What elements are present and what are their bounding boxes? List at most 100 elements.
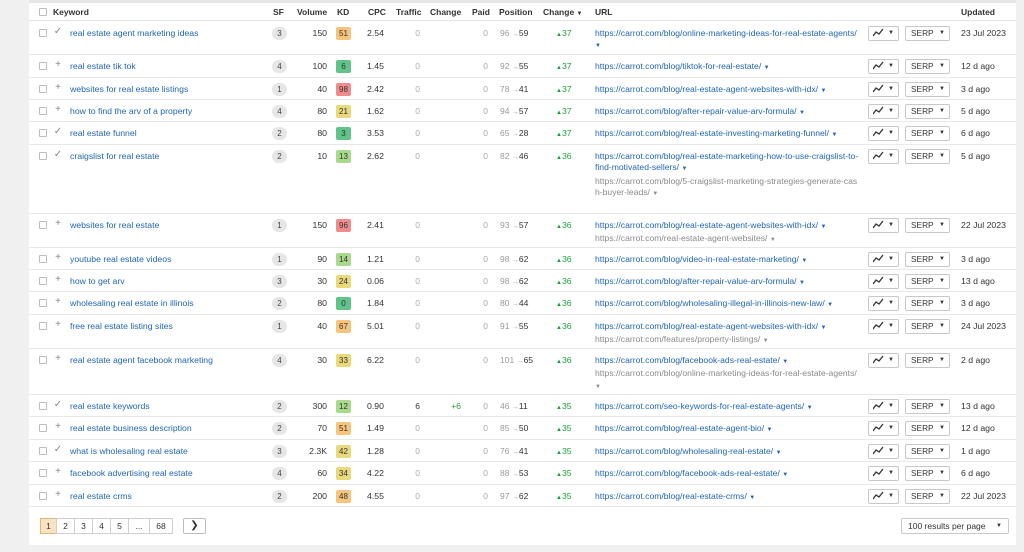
row-checkbox[interactable]: [39, 356, 47, 364]
col-position-change[interactable]: Change ▼: [543, 7, 583, 17]
history-chart-button[interactable]: ▼: [868, 421, 899, 436]
history-chart-button[interactable]: ▼: [868, 218, 899, 233]
history-chart-button[interactable]: ▼: [868, 59, 899, 74]
col-traffic-change[interactable]: Change: [430, 7, 461, 17]
url-dropdown-icon[interactable]: ▼: [831, 132, 837, 138]
sf-badge[interactable]: 2: [272, 490, 287, 503]
row-checkbox[interactable]: [39, 129, 47, 137]
col-cpc[interactable]: CPC: [368, 7, 386, 17]
history-chart-button[interactable]: ▼: [868, 149, 899, 164]
page-button-5[interactable]: 5: [110, 518, 129, 534]
col-paid[interactable]: Paid: [472, 7, 490, 17]
url-dropdown-icon[interactable]: ▼: [799, 280, 805, 286]
url-dropdown-icon[interactable]: ▼: [801, 258, 807, 264]
row-checkbox[interactable]: [39, 62, 47, 70]
sf-badge[interactable]: 2: [272, 400, 287, 413]
url-link[interactable]: https://carrot.com/blog/wholesaling-ille…: [595, 298, 825, 308]
page-button-68[interactable]: 68: [149, 518, 173, 534]
url-link[interactable]: https://carrot.com/blog/real-estate-agen…: [595, 84, 818, 94]
sf-badge[interactable]: 4: [272, 60, 287, 73]
url-link[interactable]: https://carrot.com/blog/facebook-ads-rea…: [595, 468, 780, 478]
url-link[interactable]: https://carrot.com/blog/real-estate-inve…: [595, 128, 829, 138]
url-dropdown-icon[interactable]: ▼: [681, 166, 687, 172]
plus-icon[interactable]: +: [53, 219, 63, 229]
secondary-url-link[interactable]: https://carrot.com/real-estate-agent-web…: [595, 233, 767, 243]
serp-button[interactable]: SERP ▼: [905, 104, 950, 119]
url-link[interactable]: https://carrot.com/blog/real-estate-mark…: [595, 151, 858, 172]
sf-badge[interactable]: 2: [272, 297, 287, 310]
url-link[interactable]: https://carrot.com/blog/after-repair-val…: [595, 106, 797, 116]
url-link[interactable]: https://carrot.com/blog/online-marketing…: [595, 28, 857, 38]
url-dropdown-icon[interactable]: ▼: [820, 224, 826, 230]
serp-button[interactable]: SERP ▼: [905, 466, 950, 481]
history-chart-button[interactable]: ▼: [868, 399, 899, 414]
serp-button[interactable]: SERP ▼: [905, 421, 950, 436]
serp-button[interactable]: SERP ▼: [905, 274, 950, 289]
url-dropdown-icon[interactable]: ▼: [652, 191, 658, 197]
row-checkbox[interactable]: [39, 492, 47, 500]
serp-button[interactable]: SERP ▼: [905, 444, 950, 459]
url-link[interactable]: https://carrot.com/blog/real-estate-agen…: [595, 321, 818, 331]
sf-badge[interactable]: 3: [272, 27, 287, 40]
col-keyword[interactable]: Keyword: [53, 7, 89, 17]
check-icon[interactable]: ✓: [53, 445, 63, 455]
url-dropdown-icon[interactable]: ▼: [776, 450, 782, 456]
secondary-url-link[interactable]: https://carrot.com/features/property-lis…: [595, 334, 760, 344]
url-link[interactable]: https://carrot.com/blog/wholesaling-real…: [595, 446, 773, 456]
keyword-link[interactable]: real estate keywords: [70, 401, 150, 411]
row-checkbox[interactable]: [39, 221, 47, 229]
serp-button[interactable]: SERP ▼: [905, 296, 950, 311]
serp-button[interactable]: SERP ▼: [905, 489, 950, 504]
plus-icon[interactable]: +: [53, 275, 63, 285]
col-url[interactable]: URL: [595, 7, 612, 17]
secondary-url-link[interactable]: https://carrot.com/blog/5-craigslist-mar…: [595, 176, 857, 197]
sf-badge[interactable]: 2: [272, 422, 287, 435]
row-checkbox[interactable]: [39, 277, 47, 285]
check-icon[interactable]: ✓: [53, 400, 63, 410]
url-dropdown-icon[interactable]: ▼: [749, 495, 755, 501]
keyword-link[interactable]: websites for real estate: [70, 220, 159, 230]
url-dropdown-icon[interactable]: ▼: [764, 65, 770, 71]
row-checkbox[interactable]: [39, 469, 47, 477]
history-chart-button[interactable]: ▼: [868, 274, 899, 289]
sf-badge[interactable]: 2: [272, 150, 287, 163]
serp-button[interactable]: SERP ▼: [905, 126, 950, 141]
col-sf[interactable]: SF: [273, 7, 284, 17]
row-checkbox[interactable]: [39, 29, 47, 37]
plus-icon[interactable]: +: [53, 422, 63, 432]
url-link[interactable]: https://carrot.com/blog/real-estate-agen…: [595, 220, 818, 230]
row-checkbox[interactable]: [39, 402, 47, 410]
serp-button[interactable]: SERP ▼: [905, 399, 950, 414]
keyword-link[interactable]: real estate funnel: [70, 128, 137, 138]
next-page-button[interactable]: ❯: [183, 518, 206, 534]
serp-button[interactable]: SERP ▼: [905, 26, 950, 41]
col-position[interactable]: Position: [499, 7, 533, 17]
sf-badge[interactable]: 2: [272, 127, 287, 140]
history-chart-button[interactable]: ▼: [868, 489, 899, 504]
select-all-checkbox[interactable]: [39, 8, 47, 16]
keyword-link[interactable]: free real estate listing sites: [70, 321, 173, 331]
url-dropdown-icon[interactable]: ▼: [595, 43, 601, 49]
col-traffic[interactable]: Traffic: [396, 7, 422, 17]
plus-icon[interactable]: +: [53, 60, 63, 70]
plus-icon[interactable]: +: [53, 105, 63, 115]
serp-button[interactable]: SERP ▼: [905, 218, 950, 233]
url-link[interactable]: https://carrot.com/blog/tiktok-for-real-…: [595, 61, 761, 71]
url-dropdown-icon[interactable]: ▼: [782, 472, 788, 478]
serp-button[interactable]: SERP ▼: [905, 319, 950, 334]
keyword-link[interactable]: craigslist for real estate: [70, 151, 159, 161]
row-checkbox[interactable]: [39, 424, 47, 432]
serp-button[interactable]: SERP ▼: [905, 353, 950, 368]
keyword-link[interactable]: real estate crms: [70, 491, 132, 501]
page-button-1[interactable]: 1: [40, 518, 57, 534]
plus-icon[interactable]: +: [53, 467, 63, 477]
serp-button[interactable]: SERP ▼: [905, 252, 950, 267]
history-chart-button[interactable]: ▼: [868, 104, 899, 119]
col-volume[interactable]: Volume: [297, 7, 327, 17]
secondary-url-link[interactable]: https://carrot.com/blog/online-marketing…: [595, 368, 857, 378]
url-link[interactable]: https://carrot.com/seo-keywords-for-real…: [595, 401, 804, 411]
url-dropdown-icon[interactable]: ▼: [820, 325, 826, 331]
keyword-link[interactable]: wholesaling real estate in illinois: [70, 298, 194, 308]
keyword-link[interactable]: websites for real estate listings: [70, 84, 188, 94]
keyword-link[interactable]: real estate agent marketing ideas: [70, 28, 198, 38]
